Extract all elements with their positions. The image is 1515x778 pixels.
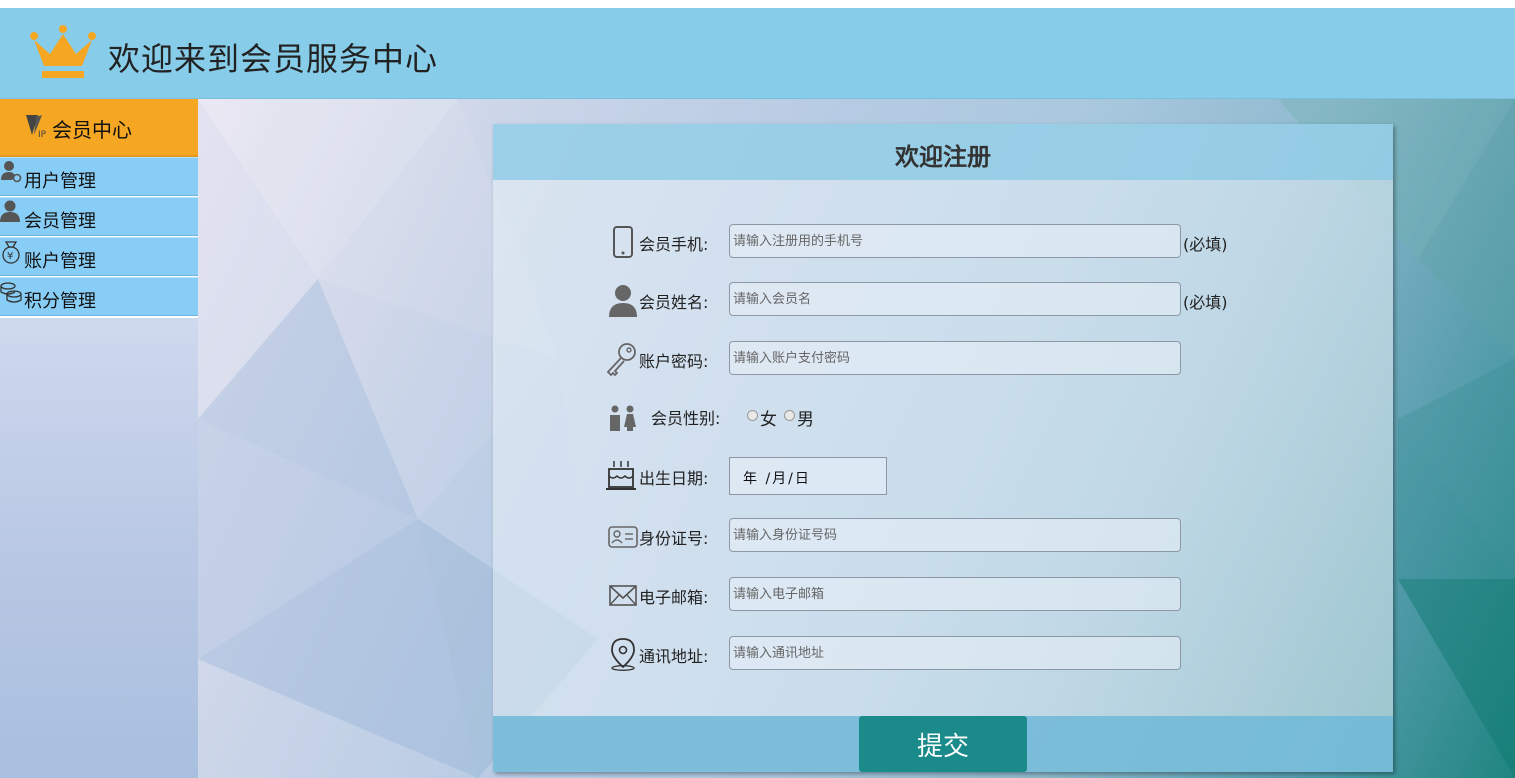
coins-icon	[0, 282, 22, 303]
sidebar-item-label: 账户管理	[24, 251, 96, 272]
gender-option-male: 男	[797, 410, 814, 430]
form-title: 欢迎注册	[895, 143, 991, 171]
phone-required-note: (必填)	[1183, 235, 1228, 254]
sidebar-item-label: 积分管理	[24, 291, 96, 312]
sidebar-item-user-management[interactable]: 用户管理	[0, 157, 198, 196]
sidebar-heading[interactable]: IP 会员中心	[0, 99, 198, 157]
sidebar-item-points-management[interactable]: 积分管理	[0, 277, 198, 316]
name-row: 会员姓名: (必填)	[493, 281, 1393, 319]
top-strip	[0, 0, 1515, 8]
gender-label: 会员性别:	[651, 409, 721, 428]
form-header: 欢迎注册	[493, 124, 1393, 180]
svg-text:IP: IP	[38, 130, 47, 139]
birthday-row: 出生日期: 年 /月/日	[493, 457, 1393, 495]
sidebar-heading-label: 会员中心	[52, 118, 132, 142]
idcard-input[interactable]	[729, 518, 1181, 552]
password-row: 账户密码:	[493, 340, 1393, 378]
email-input[interactable]	[729, 577, 1181, 611]
gender-row: 会员性别: 女 男	[493, 397, 1393, 435]
email-row: 电子邮箱:	[493, 576, 1393, 614]
sidebar-item-account-management[interactable]: ¥ 账户管理	[0, 237, 198, 276]
sidebar: IP 会员中心 用户管理 会员管理 ¥ 账户管理 积分管理	[0, 99, 198, 778]
cake-icon	[606, 461, 636, 490]
money-bag-icon: ¥	[2, 241, 20, 264]
address-row: 通讯地址:	[493, 635, 1393, 673]
key-icon	[606, 343, 636, 376]
user-icon	[0, 200, 20, 222]
user-icon	[609, 285, 637, 317]
submit-button[interactable]: 提交	[859, 716, 1027, 772]
id-card-icon	[608, 526, 638, 548]
email-label: 电子邮箱:	[639, 588, 709, 607]
address-input[interactable]	[729, 636, 1181, 670]
sidebar-item-member-management[interactable]: 会员管理	[0, 197, 198, 236]
user-gear-icon	[1, 161, 22, 183]
page-header: 欢迎来到会员服务中心	[0, 8, 1515, 99]
birthday-date-value: 年 /月/日	[743, 471, 811, 487]
idcard-row: 身份证号:	[493, 517, 1393, 555]
phone-icon	[613, 226, 633, 258]
vip-icon: IP	[26, 115, 47, 139]
name-required-note: (必填)	[1183, 293, 1228, 312]
gender-radio-male[interactable]	[784, 410, 795, 421]
location-pin-icon	[611, 638, 635, 671]
gender-option-female: 女	[760, 410, 777, 430]
sidebar-item-label: 会员管理	[24, 211, 96, 232]
password-label: 账户密码:	[639, 352, 709, 371]
phone-input[interactable]	[729, 224, 1181, 258]
svg-text:¥: ¥	[7, 251, 13, 262]
gender-radio-female[interactable]	[747, 410, 758, 421]
couple-icon	[610, 405, 636, 431]
site-title: 欢迎来到会员服务中心	[108, 40, 439, 78]
birthday-label: 出生日期:	[639, 469, 709, 488]
registration-form: 欢迎注册 会员手机: (必填) 会员姓名: (必填) 账户密码:	[493, 124, 1393, 772]
address-label: 通讯地址:	[639, 647, 709, 666]
idcard-label: 身份证号:	[639, 529, 709, 548]
sidebar-item-label: 用户管理	[24, 171, 96, 192]
name-input[interactable]	[729, 282, 1181, 316]
name-label: 会员姓名:	[639, 293, 709, 312]
envelope-icon	[609, 585, 637, 606]
birthday-date-input[interactable]: 年 /月/日	[729, 457, 887, 495]
form-footer: 提交	[493, 716, 1393, 772]
password-input[interactable]	[729, 341, 1181, 375]
phone-row: 会员手机: (必填)	[493, 223, 1393, 261]
phone-label: 会员手机:	[639, 235, 709, 254]
crown-icon	[30, 25, 96, 78]
